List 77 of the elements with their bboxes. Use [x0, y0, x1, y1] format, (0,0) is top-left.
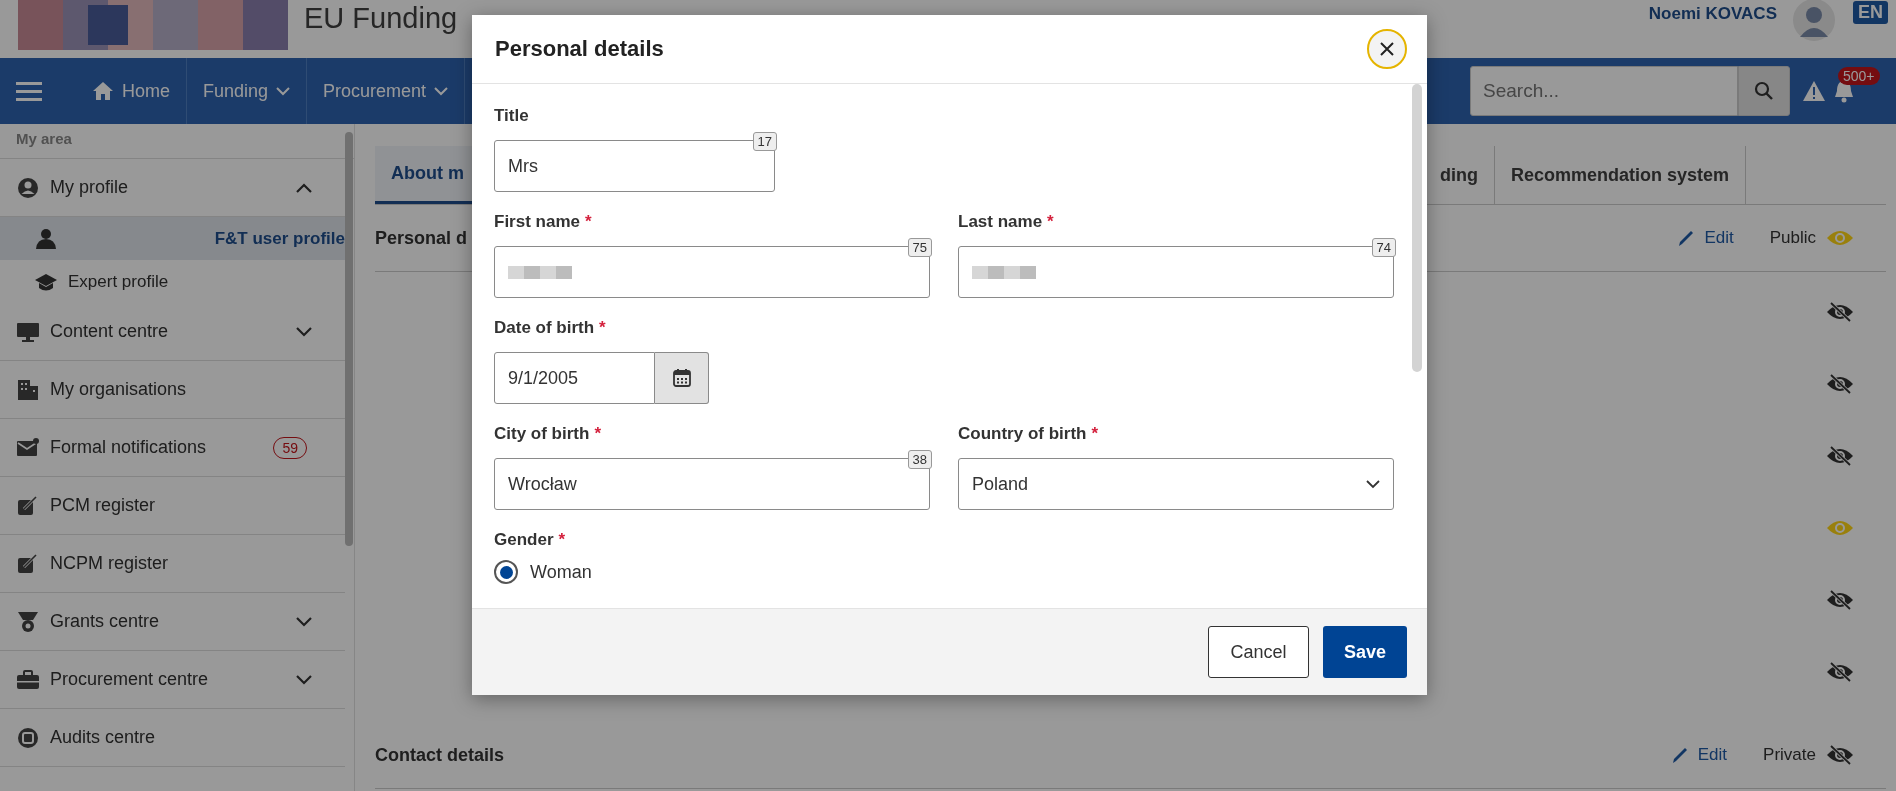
user-name[interactable]: Noemi KOVACS: [1648, 4, 1777, 24]
search-field[interactable]: Search...: [1470, 66, 1738, 116]
crossed-eye-icon[interactable]: [1826, 745, 1854, 765]
portal-title: EU Funding: [304, 1, 458, 35]
field-label: Title: [494, 106, 530, 127]
home-icon: [92, 81, 114, 101]
close-icon: [1380, 42, 1394, 56]
tab[interactable]: Recommendation system: [1494, 146, 1746, 204]
sidebar-item[interactable]: Grants centre: [0, 593, 345, 651]
monitor-icon: [16, 320, 40, 343]
chevron-icon[interactable]: [295, 615, 313, 628]
crossed-eye-icon[interactable]: [1826, 590, 1854, 610]
chevron-icon[interactable]: [295, 181, 313, 194]
visibility-label: Private: [1763, 745, 1816, 765]
edit-link[interactable]: Edit: [1676, 228, 1734, 248]
envelope-icon: [16, 436, 40, 459]
crosshair-icon: [16, 726, 40, 749]
search-icon: [1754, 81, 1774, 101]
visibility-label: Public: [1769, 228, 1816, 248]
character-counter: 38: [907, 450, 932, 469]
pen-square-icon: [16, 494, 40, 517]
section-title: Contact details: [375, 744, 505, 766]
nav-item[interactable]: Home: [76, 58, 187, 124]
notification-count: 500+: [1838, 67, 1880, 85]
scrollbar[interactable]: [345, 132, 353, 546]
scrollbar[interactable]: [1412, 84, 1422, 372]
character-counter: 74: [1371, 238, 1396, 257]
dialog-title: Personal details: [495, 36, 664, 62]
nav-item[interactable]: Procurement: [307, 58, 466, 124]
person-icon: [34, 227, 58, 250]
section-title: Personal d: [375, 227, 468, 249]
chevron-icon: [276, 86, 291, 96]
warning-icon[interactable]: [1802, 80, 1826, 102]
cancel-button[interactable]: Cancel: [1208, 626, 1309, 678]
field-label: First name *: [494, 212, 593, 233]
sidebar-subitem[interactable]: Expert profile: [0, 260, 345, 303]
calendar-icon: [671, 368, 692, 388]
avatar-icon[interactable]: [1791, 0, 1837, 43]
sidebar-item[interactable]: NCPM register: [0, 535, 345, 593]
radio-option[interactable]: Woman: [494, 560, 930, 584]
crossed-eye-icon[interactable]: [1826, 446, 1854, 466]
building-icon: [16, 378, 40, 401]
sidebar-item[interactable]: Procurement centre: [0, 651, 345, 709]
user-circle-icon: [16, 176, 40, 199]
nav-item[interactable]: Funding: [187, 58, 308, 124]
field-label: Country of birth *: [958, 424, 1100, 445]
close-button[interactable]: [1367, 29, 1407, 69]
medal-icon: [16, 610, 40, 633]
field-label: Date of birth *: [494, 318, 607, 339]
character-counter: 75: [907, 238, 932, 257]
crossed-eye-icon[interactable]: [1826, 302, 1854, 322]
calendar-button[interactable]: [655, 352, 709, 404]
sidebar-item[interactable]: Formal notifications 59: [0, 419, 345, 477]
select-field[interactable]: Poland: [958, 458, 1394, 510]
menu-icon: [16, 81, 42, 101]
date-field[interactable]: 9/1/2005: [494, 352, 656, 404]
edit-link[interactable]: Edit: [1669, 745, 1728, 765]
language-button[interactable]: EN: [1853, 0, 1888, 24]
sidebar-subitem[interactable]: F&T user profile: [0, 217, 345, 260]
sidebar-item[interactable]: My organisations: [0, 361, 345, 419]
save-button[interactable]: Save: [1323, 626, 1407, 678]
sidebar-item[interactable]: PCM register: [0, 477, 345, 535]
crossed-eye-icon[interactable]: [1826, 662, 1854, 682]
search-button[interactable]: [1738, 66, 1790, 116]
chevron-icon[interactable]: [295, 673, 313, 686]
sidebar-item[interactable]: Audits centre: [0, 709, 345, 767]
chevron-icon[interactable]: [295, 325, 313, 338]
field-label: City of birth *: [494, 424, 602, 445]
chevron-icon: [1366, 479, 1380, 489]
field-label: Last name *: [958, 212, 1055, 233]
field-label: Gender *: [494, 530, 567, 551]
character-counter: 17: [752, 132, 777, 151]
crossed-eye-icon[interactable]: [1826, 374, 1854, 394]
chevron-icon: [434, 86, 449, 96]
pen-square-icon: [16, 552, 40, 575]
briefcase-icon: [16, 668, 40, 691]
sidebar-item[interactable]: Content centre: [0, 303, 345, 361]
